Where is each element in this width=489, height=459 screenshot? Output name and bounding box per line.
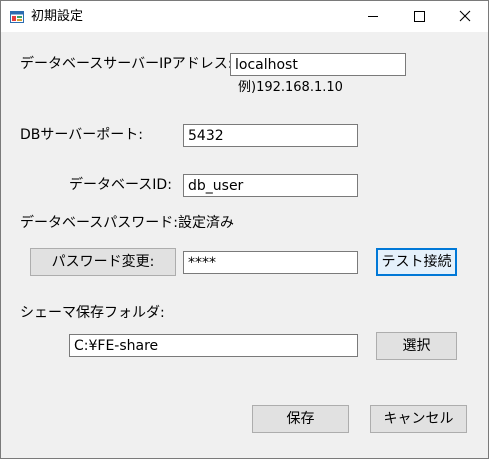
- db-id-label: データベースID:: [69, 177, 172, 193]
- maximize-button[interactable]: [396, 1, 442, 32]
- db-ip-input[interactable]: [230, 53, 406, 76]
- close-button[interactable]: [442, 1, 488, 32]
- db-port-label: DBサーバーポート:: [20, 127, 143, 143]
- select-folder-button[interactable]: 選択: [376, 332, 457, 360]
- db-port-input[interactable]: [183, 124, 358, 147]
- settings-window: 初期設定 データベースサーバーIPアドレス: 例)192.168.1.10 DB…: [0, 0, 489, 459]
- maximize-icon: [414, 11, 425, 22]
- schema-folder-input[interactable]: [69, 334, 358, 357]
- password-status-label: データベースパスワード:設定済み: [20, 215, 235, 231]
- window-title: 初期設定: [31, 9, 84, 24]
- minimize-icon: [368, 16, 378, 17]
- password-input[interactable]: [183, 251, 358, 274]
- close-icon: [459, 10, 471, 22]
- test-connection-button[interactable]: テスト接続: [376, 248, 457, 276]
- title-bar[interactable]: 初期設定: [1, 1, 488, 32]
- schema-folder-label: シェーマ保存フォルダ:: [20, 305, 165, 321]
- cancel-button[interactable]: キャンセル: [370, 405, 467, 433]
- db-ip-example: 例)192.168.1.10: [238, 80, 343, 95]
- db-ip-label: データベースサーバーIPアドレス:: [20, 56, 233, 72]
- db-id-input[interactable]: [183, 174, 358, 197]
- save-button[interactable]: 保存: [252, 405, 349, 433]
- change-password-button[interactable]: パスワード変更:: [30, 248, 176, 276]
- minimize-button[interactable]: [350, 1, 396, 32]
- app-window-icon: [10, 9, 24, 23]
